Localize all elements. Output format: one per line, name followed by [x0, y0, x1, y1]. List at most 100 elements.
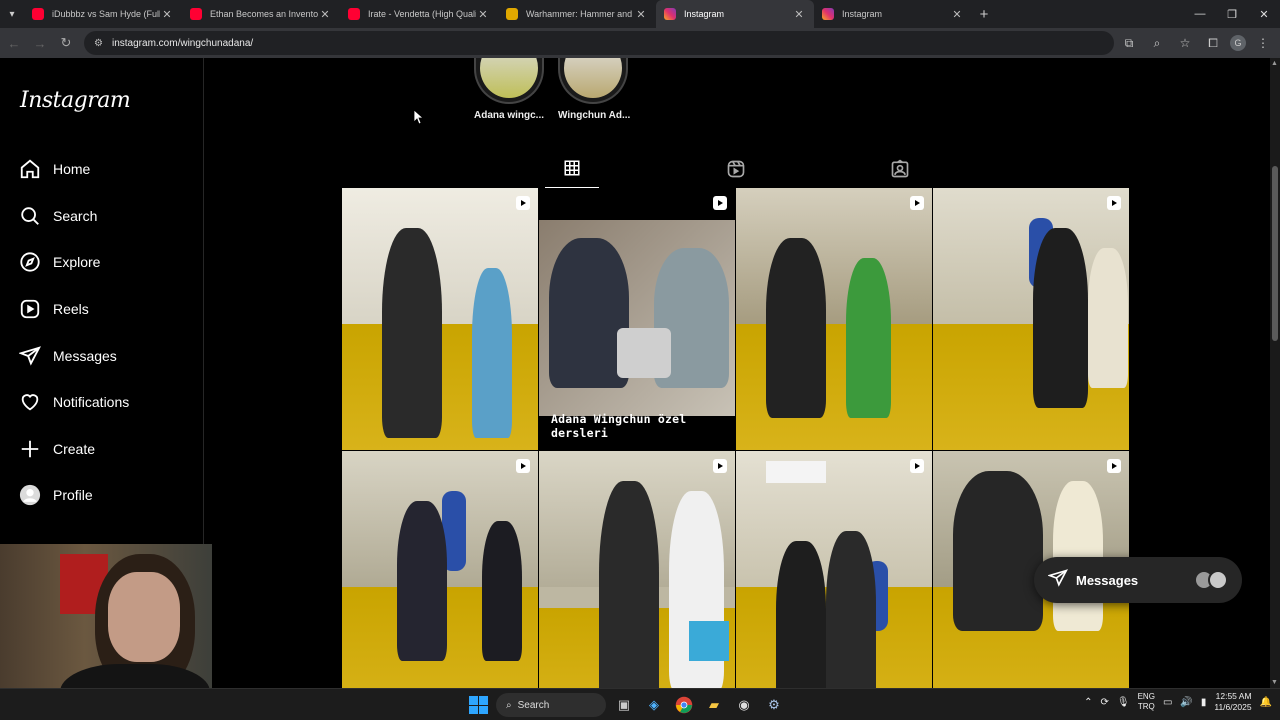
close-tab-icon[interactable]: ✕ — [634, 8, 648, 21]
close-tab-icon[interactable]: ✕ — [160, 8, 174, 21]
network-icon[interactable]: ▭ — [1163, 697, 1172, 708]
mouse-cursor-icon — [413, 109, 423, 125]
post-thumbnail[interactable] — [342, 188, 538, 450]
reel-play-icon — [1107, 196, 1121, 210]
browser-tab[interactable]: Warhammer: Hammer and Bolte ✕ — [498, 0, 656, 28]
reel-play-icon — [516, 459, 530, 473]
battery-icon[interactable]: ▮ — [1201, 697, 1207, 708]
plus-icon — [19, 438, 41, 460]
task-view-icon[interactable]: ▣ — [612, 693, 636, 717]
post-thumbnail[interactable] — [736, 451, 932, 688]
browser-toolbar: ← → ↻ ⚙ instagram.com/wingchunadana/ ⧉ ⌕… — [0, 28, 1280, 58]
address-bar[interactable]: ⚙ instagram.com/wingchunadana/ — [84, 31, 1114, 55]
post-thumbnail[interactable] — [736, 188, 932, 450]
browser-tab[interactable]: Instagram ✕ — [814, 0, 972, 28]
settings-gear-icon[interactable]: ⚙ — [762, 693, 786, 717]
file-explorer-icon[interactable]: ▰ — [702, 693, 726, 717]
sidebar-item-label: Reels — [53, 301, 89, 318]
site-info-icon[interactable]: ⚙ — [94, 37, 106, 49]
heart-icon — [19, 391, 41, 413]
close-window-icon[interactable]: ✕ — [1248, 0, 1280, 28]
copilot-icon[interactable]: ◈ — [642, 693, 666, 717]
minimize-icon[interactable]: — — [1184, 0, 1216, 28]
post-thumbnail[interactable] — [342, 451, 538, 688]
sidebar-item-reels[interactable]: Reels — [0, 286, 204, 333]
page-scrollbar[interactable]: ▲ ▼ — [1270, 58, 1280, 688]
sidebar-item-profile[interactable]: Profile — [0, 472, 204, 519]
scroll-up-icon[interactable]: ▲ — [1271, 60, 1278, 67]
highlight-item[interactable]: Wingchun Ad... — [558, 58, 630, 121]
post-thumbnail[interactable] — [933, 188, 1129, 450]
profile-tabs — [340, 154, 1132, 188]
messages-pill[interactable]: Messages — [1034, 557, 1242, 603]
chevron-up-icon[interactable]: ⌃ — [1084, 697, 1092, 708]
scroll-down-icon[interactable]: ▼ — [1271, 679, 1278, 686]
sidebar-item-label: Home — [53, 161, 91, 178]
new-tab-button[interactable]: + — [972, 6, 996, 23]
sidebar-item-label: Messages — [53, 347, 117, 364]
toolbar-actions: ⧉ ⌕ ☆ ⧠ G ⋮ — [1118, 31, 1274, 55]
tab-search-icon[interactable]: ▾ — [0, 0, 24, 28]
language-indicator[interactable]: ENG TRQ — [1138, 692, 1155, 712]
system-tray: ⌃ ⟳ 🎙 ENG TRQ ▭ 🔊 ▮ 12:55 AM 11/6/2025 🔔 — [1084, 691, 1272, 713]
extensions-icon[interactable]: ⧠ — [1202, 31, 1224, 55]
obs-icon[interactable]: ◉ — [732, 693, 756, 717]
tab-title: Instagram — [684, 9, 725, 19]
highlight-item[interactable]: Adana wingc... — [474, 58, 544, 121]
reload-icon[interactable]: ↻ — [54, 31, 78, 55]
highlight-label: Adana wingc... — [474, 110, 545, 121]
notification-bell-icon[interactable]: 🔔 — [1260, 697, 1272, 708]
tab-reels[interactable] — [709, 154, 763, 188]
sidebar-item-label: Profile — [53, 487, 93, 504]
browser-tab-active[interactable]: Instagram ✕ — [656, 0, 814, 28]
taskbar-search[interactable]: ⌕ Search — [496, 693, 606, 717]
post-thumbnail[interactable] — [539, 451, 735, 688]
close-tab-icon[interactable]: ✕ — [318, 8, 332, 21]
browser-tab[interactable]: Ethan Becomes an Inventor -- h ✕ — [182, 0, 340, 28]
sidebar-nav: Home Search Explore Reels Messages Notif… — [0, 146, 204, 519]
forward-icon[interactable]: → — [28, 31, 52, 55]
tab-title: Irate - Vendetta (High Quality) — [368, 9, 476, 19]
sidebar-item-search[interactable]: Search — [0, 193, 204, 240]
tab-tagged[interactable] — [873, 154, 927, 188]
back-icon[interactable]: ← — [2, 31, 26, 55]
sidebar-item-home[interactable]: Home — [0, 146, 204, 193]
close-tab-icon[interactable]: ✕ — [476, 8, 490, 21]
sidebar-item-messages[interactable]: Messages — [0, 332, 204, 379]
search-icon: ⌕ — [506, 699, 512, 711]
system-clock[interactable]: 12:55 AM 11/6/2025 — [1214, 691, 1251, 713]
sidebar-item-explore[interactable]: Explore — [0, 239, 204, 286]
avatar — [1208, 570, 1228, 590]
sidebar-item-label: Explore — [53, 254, 101, 271]
highlight-cover — [474, 58, 544, 104]
windows-start-icon[interactable] — [466, 693, 490, 717]
browser-tab[interactable]: Irate - Vendetta (High Quality) ✕ — [340, 0, 498, 28]
scrollbar-thumb[interactable] — [1272, 166, 1278, 341]
tab-posts[interactable] — [545, 154, 599, 188]
close-tab-icon[interactable]: ✕ — [950, 8, 964, 21]
streamer-face — [108, 572, 180, 662]
restore-icon[interactable]: ❐ — [1216, 0, 1248, 28]
volume-icon[interactable]: 🔊 — [1180, 697, 1192, 708]
search-icon — [19, 205, 41, 227]
browser-tab[interactable]: iDubbbz vs Sam Hyde (Full Unc ✕ — [24, 0, 182, 28]
sidebar-item-notifications[interactable]: Notifications — [0, 379, 204, 426]
sync-icon[interactable]: ⟳ — [1101, 697, 1109, 708]
taskbar-search-label: Search — [517, 699, 550, 711]
chrome-icon[interactable] — [672, 693, 696, 717]
home-icon — [19, 158, 41, 180]
install-app-icon[interactable]: ⧉ — [1118, 31, 1140, 55]
zoom-icon[interactable]: ⌕ — [1146, 31, 1168, 55]
youtube-icon — [348, 8, 360, 20]
sidebar-item-create[interactable]: Create — [0, 426, 204, 473]
browser-menu-icon[interactable]: ⋮ — [1252, 31, 1274, 55]
instagram-logo[interactable]: Instagram — [20, 88, 131, 113]
close-tab-icon[interactable]: ✕ — [792, 8, 806, 21]
sidebar-item-label: Search — [53, 207, 98, 224]
reel-play-icon — [516, 196, 530, 210]
bookmark-star-icon[interactable]: ☆ — [1174, 31, 1196, 55]
post-thumbnail[interactable]: Adana Wingchun özel dersleri — [539, 188, 735, 450]
browser-profile-avatar[interactable]: G — [1230, 35, 1246, 51]
microphone-icon[interactable]: 🎙 — [1117, 697, 1130, 708]
warhammer-icon — [506, 8, 518, 20]
